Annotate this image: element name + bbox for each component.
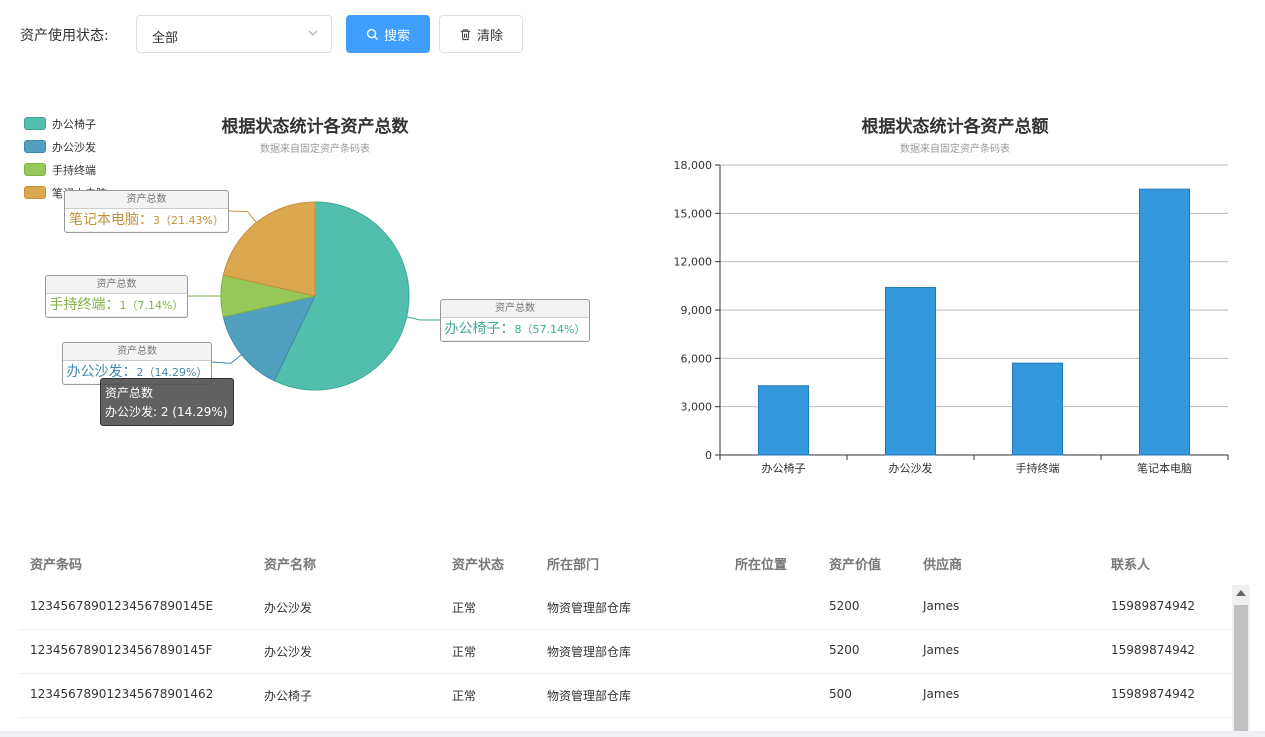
- cell-value: 500: [829, 687, 852, 701]
- cell-barcode: 123456789012345678901462: [30, 687, 214, 701]
- column-header[interactable]: 所在部门: [547, 554, 599, 573]
- bar[interactable]: [1139, 188, 1190, 456]
- y-tick-label: 6,000: [681, 352, 713, 365]
- y-tick-label: 0: [705, 449, 712, 462]
- table-row[interactable]: 1234567890123456789014​5E 办公沙发 正常 物资管理部仓…: [18, 585, 1232, 630]
- cell-contact: 15989874942: [1111, 599, 1195, 613]
- table-row[interactable]: 123456789012345678901462 办公椅子 正常 物资管理部仓库…: [18, 673, 1232, 718]
- y-tick-label: 12,000: [674, 256, 713, 269]
- cell-department: 物资管理部仓库: [547, 689, 632, 703]
- y-tick-label: 3,000: [681, 401, 713, 414]
- column-header[interactable]: 资产状态: [452, 554, 504, 573]
- column-header[interactable]: 资产条码: [30, 554, 82, 573]
- cell-status: 正常: [452, 689, 477, 703]
- table-scrollbar[interactable]: [1232, 585, 1250, 737]
- cell-department: 物资管理部仓库: [547, 601, 632, 615]
- bar[interactable]: [758, 385, 809, 456]
- bar[interactable]: [885, 286, 936, 456]
- cell-status: 正常: [452, 601, 477, 615]
- cell-department: 物资管理部仓库: [547, 645, 632, 659]
- x-tick-label: 手持终端: [1016, 461, 1060, 475]
- x-tick-label: 笔记本电脑: [1137, 461, 1192, 475]
- column-header[interactable]: 供应商: [923, 554, 962, 573]
- cell-supplier: James: [923, 643, 960, 657]
- cell-contact: 15989874942: [1111, 687, 1195, 701]
- cell-contact: 15989874942: [1111, 643, 1195, 657]
- column-header[interactable]: 联系人: [1111, 554, 1150, 573]
- y-tick-label: 15,000: [674, 207, 713, 220]
- column-header[interactable]: 资产名称: [264, 554, 316, 573]
- cell-supplier: James: [923, 687, 960, 701]
- cell-value: 5200: [829, 643, 860, 657]
- y-tick-label: 18,000: [674, 159, 713, 172]
- column-header[interactable]: 资产价值: [829, 554, 881, 573]
- column-header[interactable]: 所在位置: [735, 554, 787, 573]
- cell-barcode: 12345678901234567890145F: [30, 643, 213, 657]
- bar[interactable]: [1012, 362, 1063, 456]
- cell-barcode: 1234567890123456789014​5E: [30, 599, 214, 613]
- scrollbar-thumb[interactable]: [1234, 605, 1248, 737]
- y-tick-label: 9,000: [681, 304, 713, 317]
- cell-name: 办公沙发: [264, 601, 313, 615]
- cell-name: 办公椅子: [264, 689, 313, 703]
- cell-status: 正常: [452, 645, 477, 659]
- cell-supplier: James: [923, 599, 960, 613]
- cell-value: 5200: [829, 599, 860, 613]
- x-tick-label: 办公沙发: [889, 461, 933, 475]
- page-bottom-strip: [0, 731, 1265, 737]
- table-row[interactable]: 12345678901234567890145F 办公沙发 正常 物资管理部仓库…: [18, 629, 1232, 674]
- cell-name: 办公沙发: [264, 645, 313, 659]
- x-tick-label: 办公椅子: [762, 461, 806, 475]
- scroll-up-icon[interactable]: [1236, 590, 1246, 596]
